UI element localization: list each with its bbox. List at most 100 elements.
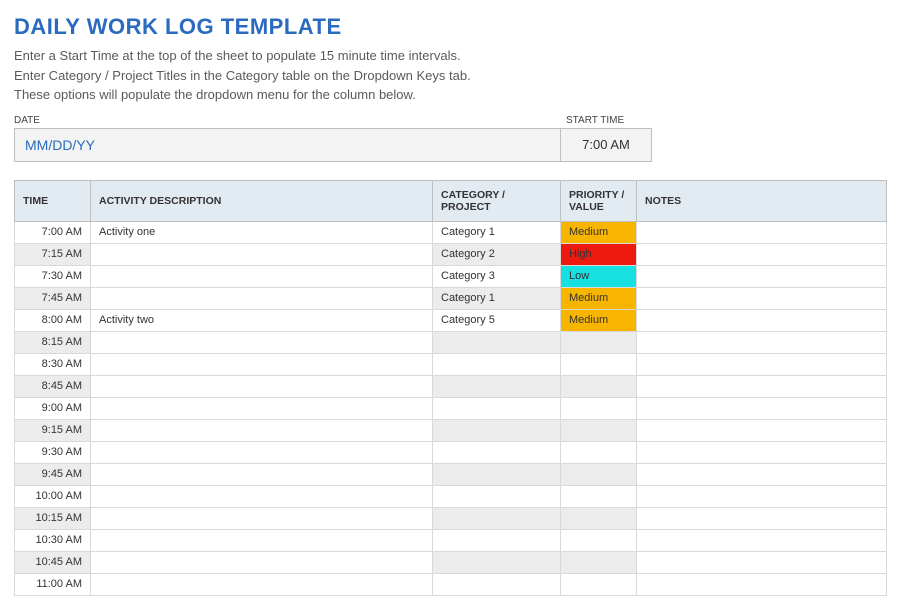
activity-cell[interactable]: [91, 419, 433, 441]
priority-cell[interactable]: [561, 441, 637, 463]
notes-cell[interactable]: [637, 265, 887, 287]
priority-cell[interactable]: [561, 331, 637, 353]
activity-cell[interactable]: [91, 397, 433, 419]
table-row: 7:45 AM Category 1Medium: [15, 287, 887, 309]
table-row: 10:00 AM: [15, 485, 887, 507]
activity-cell[interactable]: [91, 353, 433, 375]
category-cell[interactable]: Category 5: [433, 309, 561, 331]
time-cell: 10:00 AM: [15, 485, 91, 507]
notes-cell[interactable]: [637, 243, 887, 265]
instruction-line: Enter Category / Project Titles in the C…: [14, 66, 886, 86]
activity-cell[interactable]: [91, 265, 433, 287]
table-row: 9:00 AM: [15, 397, 887, 419]
date-label: DATE: [14, 115, 562, 126]
table-row: 7:15 AMCategory 2High: [15, 243, 887, 265]
priority-cell[interactable]: Medium: [561, 287, 637, 309]
priority-cell[interactable]: [561, 353, 637, 375]
category-cell[interactable]: [433, 463, 561, 485]
activity-cell[interactable]: [91, 485, 433, 507]
start-time-label: START TIME: [562, 115, 652, 126]
notes-cell[interactable]: [637, 287, 887, 309]
notes-cell[interactable]: [637, 485, 887, 507]
activity-cell[interactable]: [91, 573, 433, 595]
activity-cell[interactable]: [91, 243, 433, 265]
table-row: 10:45 AM: [15, 551, 887, 573]
activity-cell[interactable]: [91, 463, 433, 485]
activity-cell[interactable]: Activity one: [91, 221, 433, 243]
category-cell[interactable]: Category 3: [433, 265, 561, 287]
notes-cell[interactable]: [637, 551, 887, 573]
priority-cell[interactable]: [561, 507, 637, 529]
table-row: 8:30 AM: [15, 353, 887, 375]
category-cell[interactable]: [433, 529, 561, 551]
table-row: 7:00 AMActivity oneCategory 1Medium: [15, 221, 887, 243]
notes-cell[interactable]: [637, 309, 887, 331]
table-row: 10:30 AM: [15, 529, 887, 551]
category-cell[interactable]: Category 1: [433, 287, 561, 309]
time-cell: 7:45 AM: [15, 287, 91, 309]
category-cell[interactable]: Category 2: [433, 243, 561, 265]
notes-cell[interactable]: [637, 463, 887, 485]
activity-cell[interactable]: [91, 441, 433, 463]
notes-cell[interactable]: [637, 507, 887, 529]
priority-cell[interactable]: Medium: [561, 309, 637, 331]
priority-cell[interactable]: Low: [561, 265, 637, 287]
col-priority: PRIORITY / VALUE: [561, 180, 637, 221]
notes-cell[interactable]: [637, 573, 887, 595]
priority-cell[interactable]: Medium: [561, 221, 637, 243]
time-cell: 9:45 AM: [15, 463, 91, 485]
notes-cell[interactable]: [637, 331, 887, 353]
time-cell: 11:00 AM: [15, 573, 91, 595]
priority-cell[interactable]: [561, 551, 637, 573]
category-cell[interactable]: Category 1: [433, 221, 561, 243]
table-row: 11:00 AM: [15, 573, 887, 595]
table-row: 9:45 AM: [15, 463, 887, 485]
priority-cell[interactable]: [561, 419, 637, 441]
notes-cell[interactable]: [637, 419, 887, 441]
table-header-row: TIME ACTIVITY DESCRIPTION CATEGORY / PRO…: [15, 180, 887, 221]
start-time-input[interactable]: 7:00 AM: [561, 129, 651, 161]
time-cell: 9:00 AM: [15, 397, 91, 419]
category-cell[interactable]: [433, 331, 561, 353]
work-log-table: TIME ACTIVITY DESCRIPTION CATEGORY / PRO…: [14, 180, 887, 596]
activity-cell[interactable]: [91, 551, 433, 573]
col-activity: ACTIVITY DESCRIPTION: [91, 180, 433, 221]
notes-cell[interactable]: [637, 375, 887, 397]
notes-cell[interactable]: [637, 397, 887, 419]
category-cell[interactable]: [433, 485, 561, 507]
category-cell[interactable]: [433, 551, 561, 573]
notes-cell[interactable]: [637, 353, 887, 375]
category-cell[interactable]: [433, 573, 561, 595]
table-row: 9:30 AM: [15, 441, 887, 463]
date-input[interactable]: MM/DD/YY: [15, 129, 561, 161]
activity-cell[interactable]: [91, 331, 433, 353]
priority-cell[interactable]: [561, 397, 637, 419]
category-cell[interactable]: [433, 375, 561, 397]
meta-row: MM/DD/YY 7:00 AM: [14, 128, 652, 162]
activity-cell[interactable]: [91, 507, 433, 529]
category-cell[interactable]: [433, 507, 561, 529]
table-row: 8:00 AMActivity twoCategory 5Medium: [15, 309, 887, 331]
activity-cell[interactable]: [91, 375, 433, 397]
priority-cell[interactable]: [561, 463, 637, 485]
time-cell: 8:30 AM: [15, 353, 91, 375]
notes-cell[interactable]: [637, 529, 887, 551]
activity-cell[interactable]: Activity two: [91, 309, 433, 331]
time-cell: 7:00 AM: [15, 221, 91, 243]
activity-cell[interactable]: [91, 287, 433, 309]
category-cell[interactable]: [433, 397, 561, 419]
priority-cell[interactable]: [561, 529, 637, 551]
category-cell[interactable]: [433, 419, 561, 441]
category-cell[interactable]: [433, 353, 561, 375]
notes-cell[interactable]: [637, 221, 887, 243]
priority-cell[interactable]: [561, 573, 637, 595]
table-row: 9:15 AM: [15, 419, 887, 441]
priority-cell[interactable]: [561, 375, 637, 397]
time-cell: 9:15 AM: [15, 419, 91, 441]
priority-cell[interactable]: [561, 485, 637, 507]
priority-cell[interactable]: High: [561, 243, 637, 265]
category-cell[interactable]: [433, 441, 561, 463]
time-cell: 10:15 AM: [15, 507, 91, 529]
activity-cell[interactable]: [91, 529, 433, 551]
notes-cell[interactable]: [637, 441, 887, 463]
